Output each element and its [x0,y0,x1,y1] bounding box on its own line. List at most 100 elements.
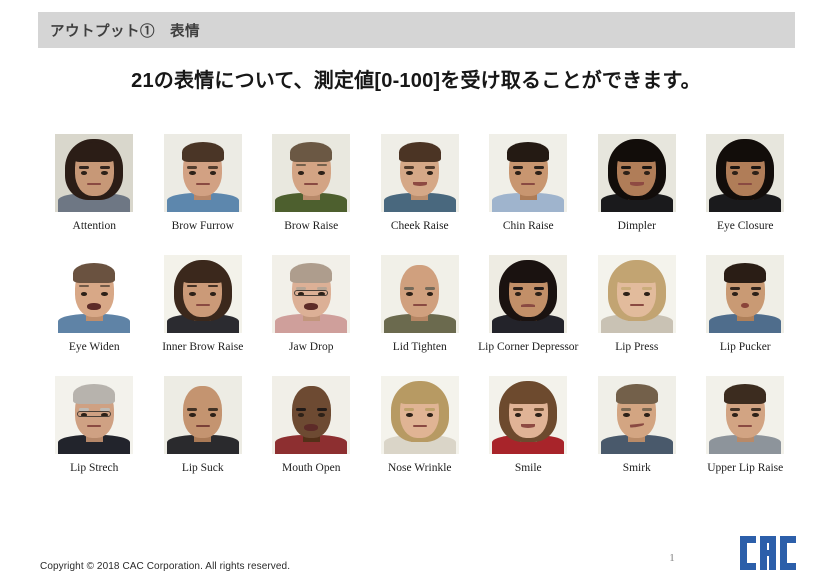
eye-left [514,412,522,417]
expression-cell-eye-closure[interactable]: Eye Closure [691,134,800,233]
expression-label: Smirk [622,462,651,474]
hair-top-shape [724,141,767,163]
mouth-shape [738,425,753,428]
eyebrow-right [316,163,327,167]
expression-cell-jaw-drop[interactable]: Jaw Drop [257,255,366,354]
expression-cell-lip-suck[interactable]: Lip Suck [149,376,258,475]
expression-cell-smirk[interactable]: Smirk [583,376,692,475]
slide-header-bar: アウトプット① 表情 [38,12,795,48]
portrait-lip-pucker [706,255,785,333]
eye-right [643,291,651,296]
portrait-smirk [597,376,676,454]
eyebrow-left [729,165,740,169]
eyebrow-left [187,284,198,288]
hair-top-shape [290,141,333,163]
hair-top-shape [724,262,767,284]
portrait-lip-strech [55,376,134,454]
eye-left [189,170,196,175]
eye-left [297,170,305,175]
expression-label: Lip Corner Depressor [478,341,579,353]
portrait-chin-raise [489,134,568,212]
mouth-shape [87,425,102,428]
mouth-shape [412,304,427,307]
eyebrow-left [729,407,740,411]
portrait-inner-brow-raise [163,255,242,333]
eye-left [406,291,413,296]
face-grid-row: Lip Strech Lip Suck Mouth Open Nose Wrinkle… [40,376,800,475]
eyebrow-right [642,286,653,290]
eye-left [623,291,630,296]
eye-left [731,412,739,417]
page-number: 1 [669,552,675,564]
eye-left [514,291,522,296]
face-grid-row: Eye Widen Inner Brow Raise Jaw Drop Lid Tig… [40,255,800,354]
mouth-shape [741,302,750,309]
expression-cell-lip-press[interactable]: Lip Press [583,255,692,354]
eye-left [80,291,88,296]
hair-top-shape [73,383,116,405]
eye-right [209,170,217,175]
eye-right [101,170,108,175]
expression-cell-lid-tighten[interactable]: Lid Tighten [366,255,475,354]
hair-top-shape [181,141,224,163]
expression-label: Dimpler [617,220,656,232]
eye-left [297,412,305,417]
glasses-icon [77,411,112,418]
eye-left [731,291,739,296]
expression-cell-dimpler[interactable]: Dimpler [583,134,692,233]
eye-right [209,412,217,417]
mouth-shape [87,183,102,186]
portrait-lip-suck [163,376,242,454]
expression-cell-chin-raise[interactable]: Chin Raise [474,134,583,233]
eyebrow-left [295,163,306,167]
expression-label: Lip Suck [181,462,224,474]
hair-top-shape [615,141,658,163]
eyebrow-right [642,165,653,169]
expression-label: Eye Closure [716,220,774,232]
hair-top-shape [398,383,441,405]
expression-label: Smile [514,462,542,474]
eye-left [623,170,630,175]
eyebrow-left [295,407,306,411]
expression-cell-smile[interactable]: Smile [474,376,583,475]
eye-right [535,170,542,175]
eyebrow-right [533,407,544,411]
head-shape [183,386,223,438]
eyebrow-right [750,165,761,169]
eyebrow-right [99,284,110,288]
expression-cell-brow-raise[interactable]: Brow Raise [257,134,366,233]
expression-cell-mouth-open[interactable]: Mouth Open [257,376,366,475]
expression-cell-inner-brow-raise[interactable]: Inner Brow Raise [149,255,258,354]
eyebrow-right [208,284,219,288]
portrait-nose-wrinkle [380,376,459,454]
eyebrow-left [187,407,198,411]
glasses-icon [294,290,329,297]
expression-cell-lip-strech[interactable]: Lip Strech [40,376,149,475]
copyright-notice: Copyright © 2018 CAC Corporation. All ri… [40,561,291,572]
expression-label: Chin Raise [502,220,554,232]
mouth-shape [521,304,536,307]
expression-cell-brow-furrow[interactable]: Brow Furrow [149,134,258,233]
eyebrow-right [533,165,544,169]
portrait-dimpler [597,134,676,212]
expression-cell-nose-wrinkle[interactable]: Nose Wrinkle [366,376,475,475]
expression-cell-lip-corner-depressor[interactable]: Lip Corner Depressor [474,255,583,354]
face-grid-row: Attention Brow Furrow Brow Raise Cheek Rais… [40,134,800,233]
mouth-shape [195,183,210,186]
eye-left [406,412,413,417]
expression-face-grid: Attention Brow Furrow Brow Raise Cheek Rais… [40,134,800,497]
expression-cell-cheek-raise[interactable]: Cheek Raise [366,134,475,233]
eye-right [752,170,759,175]
portrait-lid-tighten [380,255,459,333]
hair-top-shape [290,262,333,284]
expression-cell-upper-lip-raise[interactable]: Upper Lip Raise [691,376,800,475]
expression-cell-eye-widen[interactable]: Eye Widen [40,255,149,354]
expression-cell-lip-pucker[interactable]: Lip Pucker [691,255,800,354]
expression-label: Eye Widen [68,341,120,353]
portrait-upper-lip-raise [706,376,785,454]
eye-right [426,291,434,296]
eye-left [189,412,196,417]
expression-label: Upper Lip Raise [707,462,784,474]
eyebrow-left [404,407,415,411]
expression-cell-attention[interactable]: Attention [40,134,149,233]
